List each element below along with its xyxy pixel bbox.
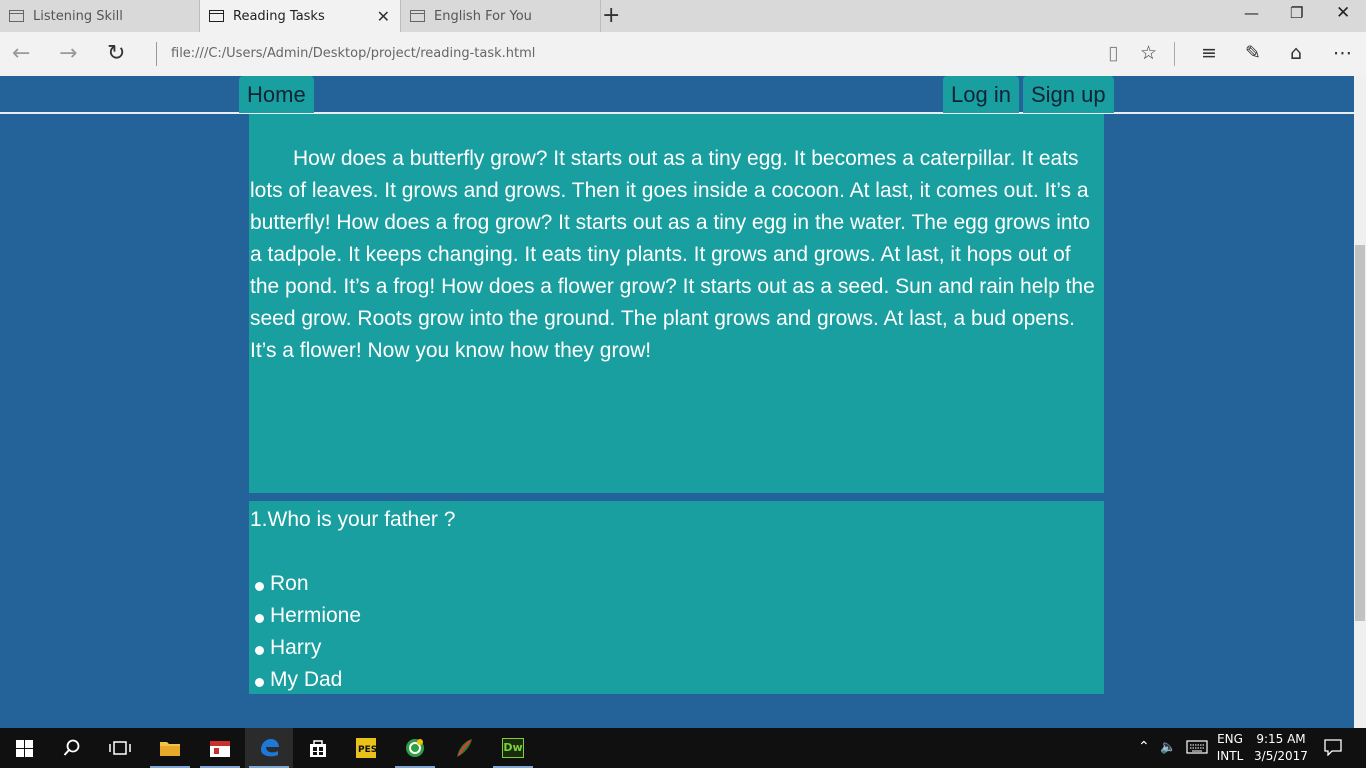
- option-label: Harry: [270, 636, 322, 659]
- bullet-icon: [255, 645, 264, 655]
- notifications-icon[interactable]: [1324, 738, 1342, 761]
- bullet-icon: [255, 613, 264, 623]
- start-button[interactable]: [0, 728, 48, 768]
- nav-signup-link[interactable]: Sign up: [1023, 76, 1114, 113]
- search-button[interactable]: [48, 728, 96, 768]
- hub-icon[interactable]: ≡: [1201, 42, 1217, 64]
- tab-listening-skill[interactable]: Listening Skill: [0, 0, 200, 32]
- language-indicator[interactable]: ENG INTL: [1214, 731, 1246, 765]
- pes-game-button[interactable]: PES: [342, 728, 390, 768]
- reading-passage: How does a butterfly grow? It starts out…: [250, 147, 1095, 362]
- task-view-button[interactable]: [96, 728, 144, 768]
- taskbar: PES Dw ⌃ 🔈 ENG INTL 9:15 AM 3/5/2017: [0, 728, 1366, 768]
- tab-bar: Listening Skill Reading Tasks ✕ English …: [0, 0, 1366, 32]
- store-button[interactable]: [294, 728, 342, 768]
- answer-option[interactable]: My Dad: [250, 664, 1104, 696]
- page-icon: [410, 10, 425, 22]
- tab-label: Listening Skill: [33, 8, 123, 24]
- file-explorer-button[interactable]: [146, 728, 194, 768]
- divider: [156, 42, 157, 66]
- app-green-icon: [406, 739, 424, 757]
- answer-option[interactable]: Hermione: [250, 600, 1104, 632]
- page-icon: [9, 10, 24, 22]
- favorite-star-icon[interactable]: ☆: [1140, 42, 1157, 64]
- restore-icon[interactable]: ❐: [1290, 4, 1303, 22]
- answer-option[interactable]: Ron: [250, 568, 1104, 600]
- tab-label: Reading Tasks: [233, 8, 325, 24]
- option-label: Hermione: [270, 604, 362, 627]
- share-icon[interactable]: ⌂: [1290, 42, 1302, 64]
- folder-icon: [160, 742, 180, 756]
- new-tab-plus-icon[interactable]: +: [602, 3, 620, 28]
- nav-login-link[interactable]: Log in: [943, 76, 1019, 113]
- forward-arrow-icon[interactable]: →: [59, 41, 77, 66]
- windows-icon: [15, 739, 33, 757]
- chevron-up-icon[interactable]: ⌃: [1138, 739, 1150, 756]
- task-view-icon: [109, 741, 131, 755]
- edge-button[interactable]: [245, 728, 293, 768]
- app-icon: [210, 741, 230, 757]
- clock-time: 9:15 AM: [1256, 732, 1306, 746]
- scrollbar-thumb[interactable]: [1355, 245, 1365, 621]
- language-code: ENG: [1217, 732, 1243, 746]
- pes-icon: PES: [356, 738, 377, 758]
- keyboard-icon[interactable]: [1186, 740, 1208, 759]
- volume-icon[interactable]: 🔈: [1160, 739, 1176, 756]
- app-button-green[interactable]: [391, 728, 439, 768]
- divider: [1174, 42, 1175, 66]
- close-window-icon[interactable]: ✕: [1336, 3, 1350, 23]
- clock-date: 3/5/2017: [1254, 749, 1308, 763]
- minimize-icon[interactable]: —: [1244, 4, 1259, 22]
- bullet-icon: [255, 677, 264, 687]
- back-arrow-icon[interactable]: ←: [12, 41, 30, 66]
- web-note-icon[interactable]: ✎: [1245, 42, 1261, 64]
- option-label: My Dad: [270, 668, 343, 691]
- close-tab-icon[interactable]: ✕: [377, 7, 390, 26]
- keyboard-layout: INTL: [1216, 749, 1244, 763]
- tab-label: English For You: [434, 8, 532, 24]
- tab-english-for-you[interactable]: English For You: [401, 0, 601, 32]
- app-button[interactable]: [196, 728, 244, 768]
- clock[interactable]: 9:15 AM 3/5/2017: [1254, 731, 1308, 765]
- store-icon: [310, 740, 326, 757]
- dreamweaver-icon: Dw: [502, 738, 524, 758]
- web-page: Home Log in Sign up How does a butterfly…: [0, 76, 1354, 728]
- answer-options: Ron Hermione Harry My Dad: [250, 568, 1104, 696]
- address-bar: ← → ↻ file:///C:/Users/Admin/Desktop/pro…: [0, 32, 1366, 76]
- tab-reading-tasks[interactable]: Reading Tasks ✕: [200, 0, 401, 32]
- refresh-icon[interactable]: ↻: [107, 41, 125, 66]
- edge-icon: [261, 739, 279, 757]
- reading-view-icon[interactable]: ▯: [1108, 42, 1118, 64]
- page-icon: [209, 10, 224, 22]
- svg-text:PES: PES: [358, 745, 377, 755]
- question-text: 1.Who is your father ?: [250, 508, 456, 531]
- search-icon: [63, 739, 80, 756]
- nav-home-link[interactable]: Home: [239, 76, 314, 113]
- url-field[interactable]: file:///C:/Users/Admin/Desktop/project/r…: [171, 46, 535, 61]
- question-box: 1.Who is your father ? Ron Hermione Harr…: [249, 501, 1104, 694]
- feather-icon: [457, 739, 472, 757]
- answer-option[interactable]: Harry: [250, 632, 1104, 664]
- dreamweaver-button[interactable]: Dw: [489, 728, 537, 768]
- more-icon[interactable]: ⋯: [1333, 42, 1352, 64]
- bullet-icon: [255, 581, 264, 591]
- reading-passage-box: How does a butterfly grow? It starts out…: [249, 114, 1104, 493]
- option-label: Ron: [270, 572, 309, 595]
- draw-app-button[interactable]: [440, 728, 488, 768]
